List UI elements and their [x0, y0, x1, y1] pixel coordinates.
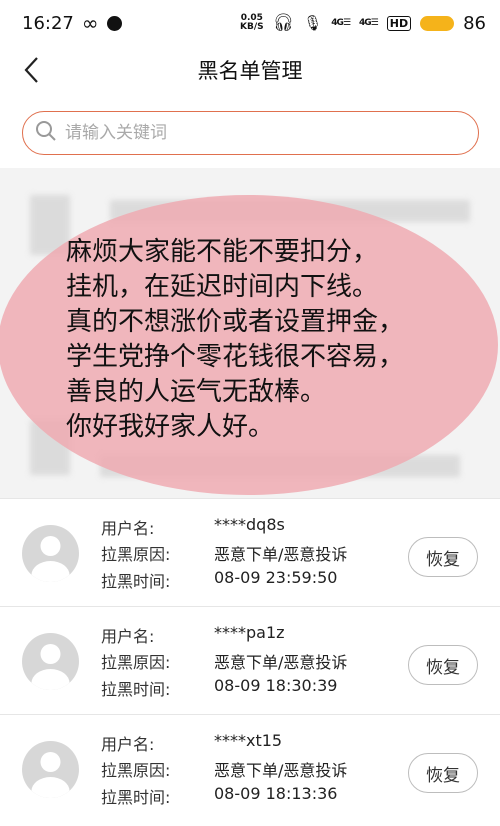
headphones-icon: 🎧︎: [272, 13, 295, 33]
restore-button[interactable]: 恢复: [408, 753, 478, 793]
username-label: 用户名:: [101, 519, 155, 538]
battery-icon: [420, 15, 455, 31]
time-label: 拉黑时间:: [101, 788, 171, 807]
blacklist: 用户名: 拉黑原因: 拉黑时间: ****dq8s 恶意下单/恶意投诉 08-0…: [0, 498, 500, 822]
status-time: 16:27: [22, 12, 74, 34]
username-value: ****xt15: [214, 731, 283, 750]
signal-icon-2: 4G☰: [359, 18, 379, 28]
avatar: [22, 741, 79, 798]
reason-value: 恶意下单/恶意投诉: [214, 653, 348, 672]
time-label: 拉黑时间:: [101, 680, 171, 699]
status-bar: 16:27 ∞ 0.05 KB/S 🎧︎ 🎙︎ 4G☰ 4G☰ HD 86: [0, 0, 500, 46]
back-arrow-icon[interactable]: [18, 54, 48, 86]
username-label: 用户名:: [101, 627, 155, 646]
username-value: ****pa1z: [214, 623, 285, 642]
time-value: 08-09 18:13:36: [214, 784, 338, 803]
signal-icon-1: 4G☰: [331, 18, 351, 28]
battery-level: 86: [463, 12, 486, 34]
time-value: 08-09 23:59:50: [214, 568, 338, 587]
list-item: 用户名: 拉黑原因: 拉黑时间: ****xt15 恶意下单/恶意投诉 08-0…: [0, 714, 500, 822]
mic-off-icon: 🎙︎: [303, 14, 323, 32]
username-value: ****dq8s: [214, 515, 285, 534]
reason-label: 拉黑原因:: [101, 545, 171, 564]
username-label: 用户名:: [101, 735, 155, 754]
network-speed: 0.05 KB/S: [240, 13, 264, 32]
reason-value: 恶意下单/恶意投诉: [214, 545, 348, 564]
overlay-message: 麻烦大家能不能不要扣分， 挂机，在延迟时间内下线。 真的不想涨价或者设置押金， …: [66, 237, 405, 442]
page-title: 黑名单管理: [197, 59, 303, 83]
app-notification-icon: [106, 15, 122, 31]
restore-button[interactable]: 恢复: [408, 645, 478, 685]
hd-icon: HD: [386, 15, 412, 31]
search-box[interactable]: [22, 111, 479, 155]
avatar: [22, 633, 79, 690]
time-value: 08-09 18:30:39: [214, 676, 338, 695]
search-input[interactable]: [65, 123, 445, 143]
list-item: 用户名: 拉黑原因: 拉黑时间: ****dq8s 恶意下单/恶意投诉 08-0…: [0, 498, 500, 606]
infinity-icon: ∞: [81, 11, 99, 35]
list-item: 用户名: 拉黑原因: 拉黑时间: ****pa1z 恶意下单/恶意投诉 08-0…: [0, 606, 500, 714]
reason-label: 拉黑原因:: [101, 761, 171, 780]
avatar: [22, 525, 79, 582]
reason-label: 拉黑原因:: [101, 653, 171, 672]
restore-button[interactable]: 恢复: [408, 537, 478, 577]
search-icon: [35, 120, 57, 146]
nav-bar: 黑名单管理: [0, 46, 500, 94]
time-label: 拉黑时间:: [101, 572, 171, 591]
reason-value: 恶意下单/恶意投诉: [214, 761, 348, 780]
